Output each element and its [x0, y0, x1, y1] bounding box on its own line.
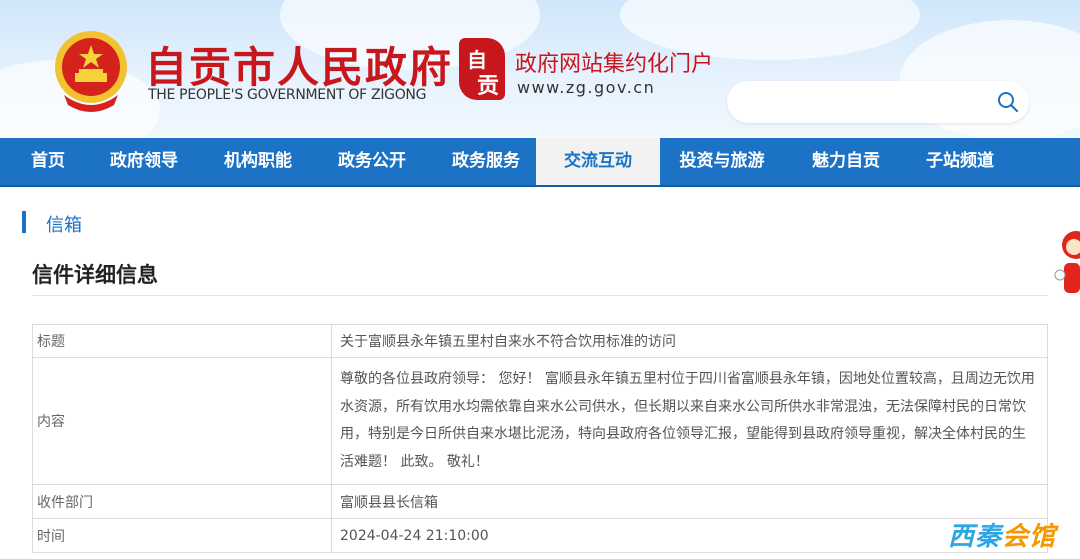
letter-detail-table: 标题 关于富顺县永年镇五里村自来水不符合饮用标准的访问 内容 尊敬的各位县政府领…: [32, 324, 1048, 553]
zigong-seal-logo: 自 贡: [459, 38, 505, 100]
national-emblem-icon: [55, 31, 127, 112]
site-title[interactable]: 自贡市人民政府: [145, 34, 453, 95]
nav-institutions[interactable]: 机构职能: [210, 138, 306, 185]
site-title-english: THE PEOPLE'S GOVERNMENT OF ZIGONG: [148, 87, 427, 103]
row-label: 内容: [32, 357, 332, 485]
nav-government-leaders[interactable]: 政府领导: [96, 138, 192, 185]
nav-government-affairs-public[interactable]: 政务公开: [324, 138, 420, 185]
nav-interaction[interactable]: 交流互动: [536, 138, 660, 185]
nav-charming-zigong[interactable]: 魅力自贡: [798, 138, 894, 185]
nav-investment-tourism[interactable]: 投资与旅游: [666, 138, 778, 185]
watermark-part-2: 会馆: [1002, 522, 1057, 552]
letter-content: 尊敬的各位县政府领导： 您好！ 富顺县永年镇五里村位于四川省富顺县永年镇，因地处…: [331, 357, 1048, 485]
recipient-department: 富顺县县长信箱: [331, 484, 1048, 519]
table-row: 内容 尊敬的各位县政府领导： 您好！ 富顺县永年镇五里村位于四川省富顺县永年镇，…: [32, 357, 1048, 485]
nav-home[interactable]: 首页: [0, 138, 96, 185]
main-nav: 首页 政府领导 机构职能 政务公开 政务服务 交流互动 投资与旅游 魅力自贡 子…: [0, 138, 1080, 187]
mascot-icon[interactable]: [1050, 225, 1080, 305]
search-icon[interactable]: [995, 89, 1021, 115]
section-marker: [22, 211, 26, 233]
search-box: [727, 81, 1029, 123]
site-header: 自贡市人民政府 THE PEOPLE'S GOVERNMENT OF ZIGON…: [0, 0, 1080, 138]
letter-subject: 关于富顺县永年镇五里村自来水不符合饮用标准的访问: [331, 324, 1048, 358]
seal-char-2: 贡: [477, 73, 500, 99]
table-row: 标题 关于富顺县永年镇五里村自来水不符合饮用标准的访问: [32, 324, 1048, 358]
section-title[interactable]: 信箱: [46, 211, 82, 237]
nav-substations[interactable]: 子站频道: [912, 138, 1008, 185]
row-label: 时间: [32, 518, 332, 553]
row-label: 标题: [32, 324, 332, 358]
watermark: 西秦会馆: [948, 516, 1056, 553]
table-row: 时间 2024-04-24 21:10:00: [32, 518, 1048, 553]
title-divider: [32, 295, 1048, 296]
search-input[interactable]: [743, 89, 987, 117]
portal-name: 政府网站集约化门户: [515, 52, 714, 77]
page-title: 信件详细信息: [32, 263, 158, 287]
watermark-part-1: 西秦: [948, 522, 1003, 552]
portal-url[interactable]: www.zg.gov.cn: [517, 78, 655, 97]
row-label: 收件部门: [32, 484, 332, 519]
table-row: 收件部门 富顺县县长信箱: [32, 484, 1048, 519]
letter-time: 2024-04-24 21:10:00: [331, 518, 1048, 553]
nav-government-services[interactable]: 政务服务: [438, 138, 534, 185]
